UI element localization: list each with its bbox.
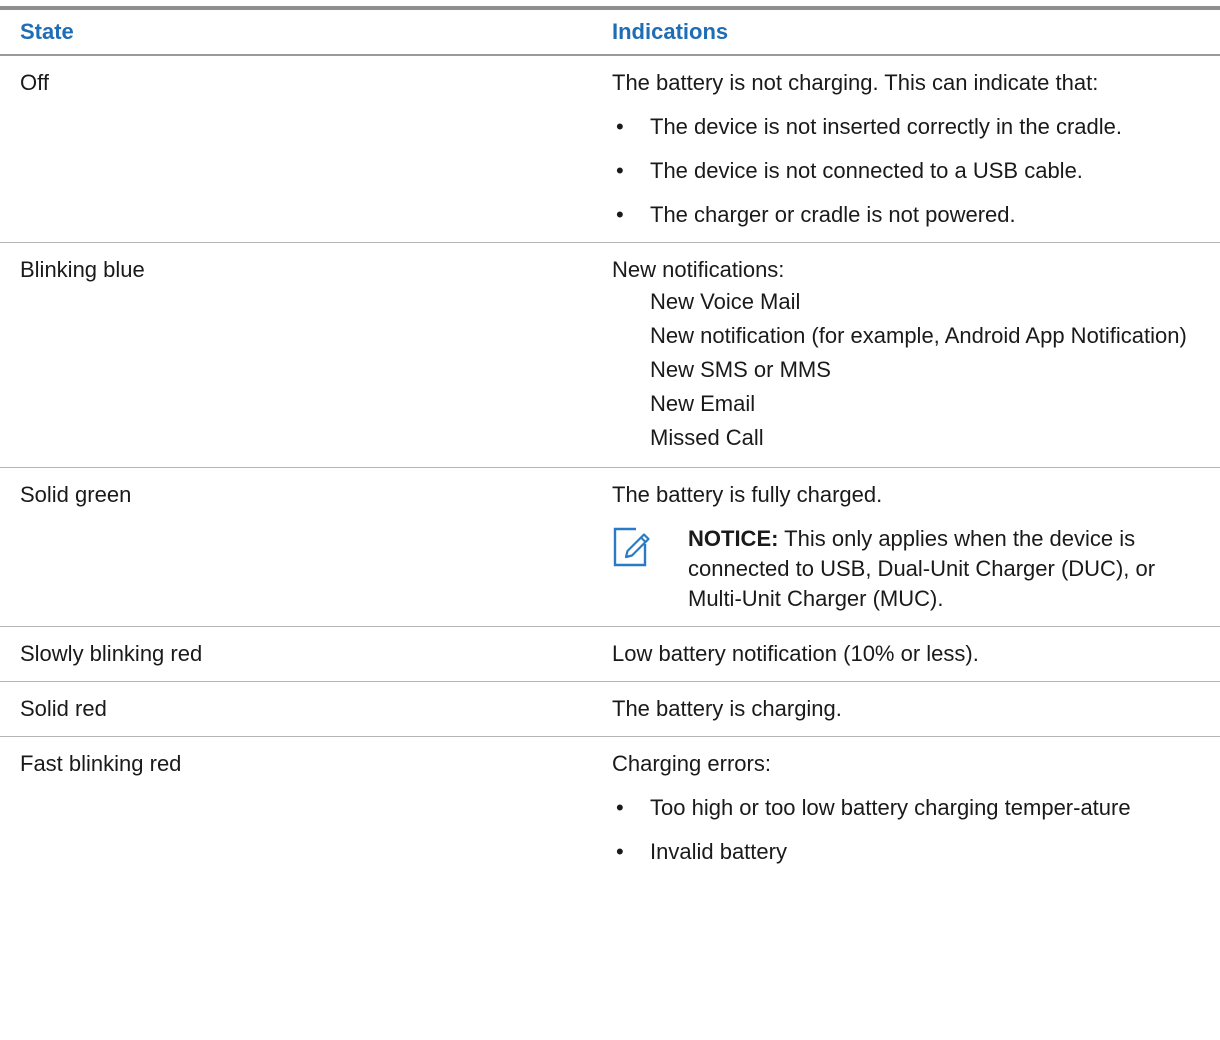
bullet-item: • The device is not inserted correctly in… [612,112,1200,142]
indication-text: The battery is charging. [612,696,842,721]
indication-cell: Charging errors: • Too high or too low ba… [612,737,1220,879]
bullet-list: • Too high or too low battery charging te… [612,793,1200,867]
indication-text: The battery is not charging. This can in… [612,70,1099,95]
bullet-dot: • [616,158,624,183]
notification-item: Missed Call [650,425,764,450]
indication-cell: The battery is fully charged. NOTICE: Th… [612,468,1220,626]
table-row: Slowly blinking red Low battery notifica… [0,627,1220,682]
bullet-dot: • [616,839,624,864]
header-indications: Indications [612,19,729,44]
bullet-text: The device is not inserted correctly in … [650,114,1123,139]
bullet-dot: • [616,795,624,820]
bullet-text: The device is not connected to a USB cab… [650,158,1083,183]
notice-box: NOTICE: This only applies when the devic… [612,524,1200,614]
bullet-item: • Invalid battery [612,837,1200,867]
state-cell: Blinking blue [20,257,145,282]
indication-text: Low battery notification (10% or less). [612,641,979,666]
indication-text: Charging errors: [612,751,771,776]
indication-text: The battery is fully charged. [612,482,883,507]
table-header: State Indications [0,10,1220,56]
led-indications-table: State Indications Off The battery is not… [0,6,1220,879]
notice-label: NOTICE: [688,526,779,551]
bullet-text: The charger or cradle is not powered. [650,202,1016,227]
bullet-item: • Too high or too low battery charging te… [612,793,1200,823]
bullet-text: Too high or too low battery charging tem… [650,795,1131,820]
state-cell: Off [20,70,49,95]
indication-cell: New notifications: New Voice Mail New no… [612,243,1220,467]
bullet-item: • The charger or cradle is not powered. [612,200,1200,230]
notification-item: New notification (for example, Android A… [650,323,1187,348]
indication-cell: Low battery notification (10% or less). [612,627,1220,681]
state-cell: Fast blinking red [20,751,182,776]
notification-list: New Voice Mail New notification (for exa… [612,285,1200,455]
notification-item: New Voice Mail [650,289,801,314]
bullet-text: Invalid battery [650,839,787,864]
bullet-item: • The device is not connected to a USB ca… [612,156,1200,186]
state-cell: Solid red [20,696,107,721]
state-cell: Slowly blinking red [20,641,203,666]
indication-cell: The battery is not charging. This can in… [612,56,1220,242]
header-state: State [20,19,74,44]
bullet-list: • The device is not inserted correctly in… [612,112,1200,230]
indication-cell: The battery is charging. [612,682,1220,736]
bullet-dot: • [616,114,624,139]
pencil-note-icon [613,527,650,567]
table-row: Solid green The battery is fully charged… [0,468,1220,627]
table-row: Solid red The battery is charging. [0,682,1220,737]
bullet-dot: • [616,202,624,227]
table-row: Fast blinking red Charging errors: • Too … [0,737,1220,879]
notification-item: New SMS or MMS [650,357,831,382]
table-row: Off The battery is not charging. This ca… [0,56,1220,243]
notification-item: New Email [650,391,756,416]
notice-text: NOTICE: This only applies when the devic… [688,524,1200,614]
indication-text: New notifications: [612,257,785,282]
table-row: Blinking blue New notifications: New Voi… [0,243,1220,468]
state-cell: Solid green [20,482,132,507]
